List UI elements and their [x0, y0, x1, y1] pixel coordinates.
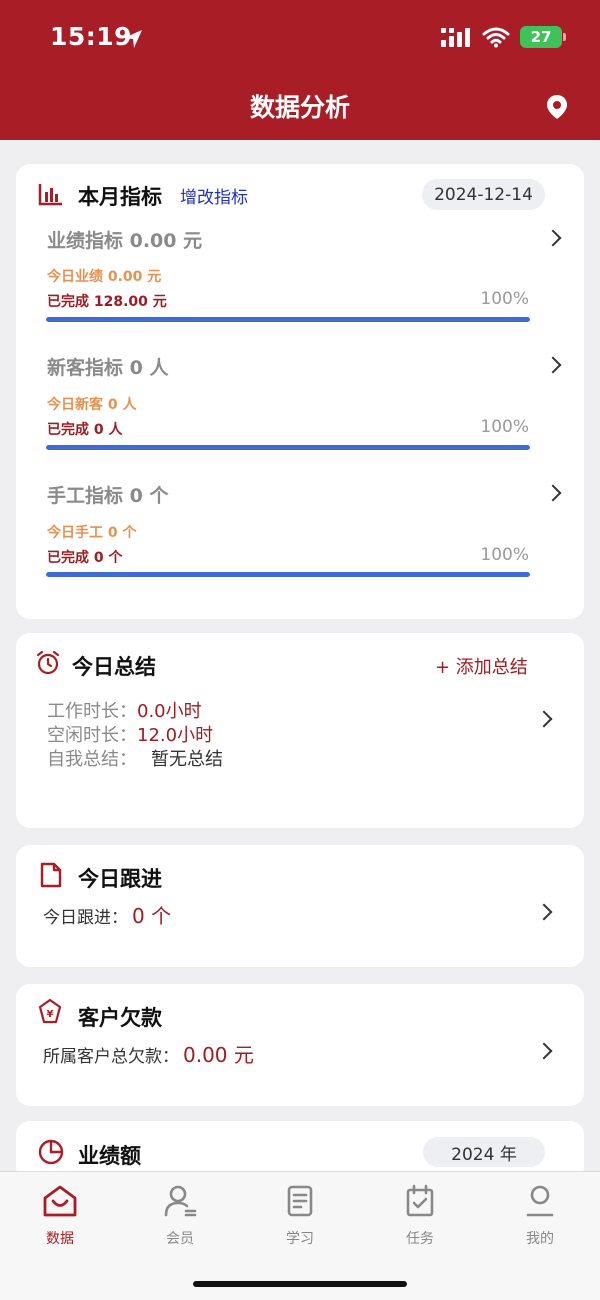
top-bar: 15:19 27 数据分析: [0, 0, 600, 140]
work-duration-label: 工作时长：: [47, 701, 137, 722]
work-duration-value: 0.0小时: [137, 701, 202, 722]
add-summary-button[interactable]: + 添加总结: [435, 653, 528, 679]
task-icon: [406, 1184, 434, 1217]
debt-label: 所属客户总欠款：: [43, 1047, 179, 1067]
location-pin-icon[interactable]: [546, 94, 568, 120]
progress-fill: [46, 572, 530, 577]
followup-title: 今日跟进: [78, 867, 162, 891]
tab-label: 数据: [46, 1231, 74, 1247]
progress-bar: [46, 572, 530, 577]
metric-done: 已完成 128.00 元: [47, 294, 167, 310]
status-time: 15:19: [50, 22, 133, 51]
work-duration: 工作时长：0.0小时: [47, 697, 202, 723]
followup-value: 0 个: [132, 904, 172, 928]
metric-today: 今日新客 0 人: [47, 397, 137, 413]
metric-title: 手工指标 0 个: [47, 485, 169, 507]
self-summary: 自我总结： 暂无总结: [47, 745, 223, 771]
member-icon: [164, 1185, 197, 1217]
bar-chart-icon: [38, 184, 62, 206]
page-title: 数据分析: [249, 93, 350, 122]
tab-data[interactable]: 数据: [20, 1184, 100, 1248]
tab-member[interactable]: 会员: [140, 1184, 220, 1248]
pie-chart-icon: [38, 1139, 64, 1165]
signal-icon: [441, 28, 470, 47]
wifi-icon: [482, 27, 510, 48]
debt-icon: ¥: [38, 998, 62, 1024]
progress-fill: [46, 317, 530, 322]
metric-percent: 100%: [480, 289, 529, 309]
tab-label: 会员: [166, 1231, 194, 1247]
summary-title: 今日总结: [72, 655, 156, 679]
tab-label: 学习: [286, 1231, 314, 1247]
tab-task[interactable]: 任务: [380, 1184, 460, 1248]
metric-percent: 100%: [480, 545, 529, 565]
self-summary-label: 自我总结：: [47, 749, 137, 770]
profile-icon: [526, 1185, 554, 1217]
idle-duration-value: 12.0小时: [137, 725, 214, 746]
document-icon: [40, 862, 62, 888]
edit-indicators-link[interactable]: 增改指标: [180, 183, 248, 208]
study-icon: [287, 1185, 313, 1217]
home-icon: [43, 1185, 77, 1217]
metric-title: 新客指标 0 人: [47, 357, 169, 379]
year-picker[interactable]: 2024 年: [423, 1137, 545, 1167]
performance-title: 业绩额: [78, 1144, 141, 1168]
debt-line: 所属客户总欠款： 0.00 元: [43, 1039, 254, 1068]
idle-duration: 空闲时长：12.0小时: [47, 721, 213, 747]
metric-title: 业绩指标 0.00 元: [47, 230, 203, 252]
idle-duration-label: 空闲时长：: [47, 725, 137, 746]
followup-line: 今日跟进： 0 个: [43, 900, 171, 929]
tab-bar: 数据 会员 学习 任务 我的: [0, 1171, 600, 1300]
date-picker[interactable]: 2024-12-14: [422, 179, 545, 210]
battery-icon: 27: [520, 26, 566, 48]
self-summary-value: 暂无总结: [151, 749, 223, 770]
svg-text:¥: ¥: [47, 1009, 54, 1020]
followup-label: 今日跟进：: [43, 908, 128, 928]
debt-value: 0.00 元: [183, 1043, 254, 1067]
debt-title: 客户欠款: [78, 1006, 162, 1030]
metric-done: 已完成 0 人: [47, 422, 123, 438]
tab-mine[interactable]: 我的: [500, 1184, 580, 1248]
location-arrow-icon: [124, 30, 142, 48]
metric-today: 今日手工 0 个: [47, 525, 137, 541]
monthly-title: 本月指标: [78, 185, 162, 209]
progress-bar: [46, 445, 530, 450]
tab-study[interactable]: 学习: [260, 1184, 340, 1248]
alarm-clock-icon: [36, 650, 60, 675]
progress-bar: [46, 317, 530, 322]
progress-fill: [46, 445, 530, 450]
metric-percent: 100%: [480, 417, 529, 437]
metric-today: 今日业绩 0.00 元: [47, 269, 162, 285]
tab-label: 我的: [526, 1231, 554, 1247]
metric-done: 已完成 0 个: [47, 550, 123, 566]
home-indicator: [193, 1281, 407, 1287]
status-right: 27: [440, 26, 566, 48]
tab-label: 任务: [406, 1231, 434, 1247]
